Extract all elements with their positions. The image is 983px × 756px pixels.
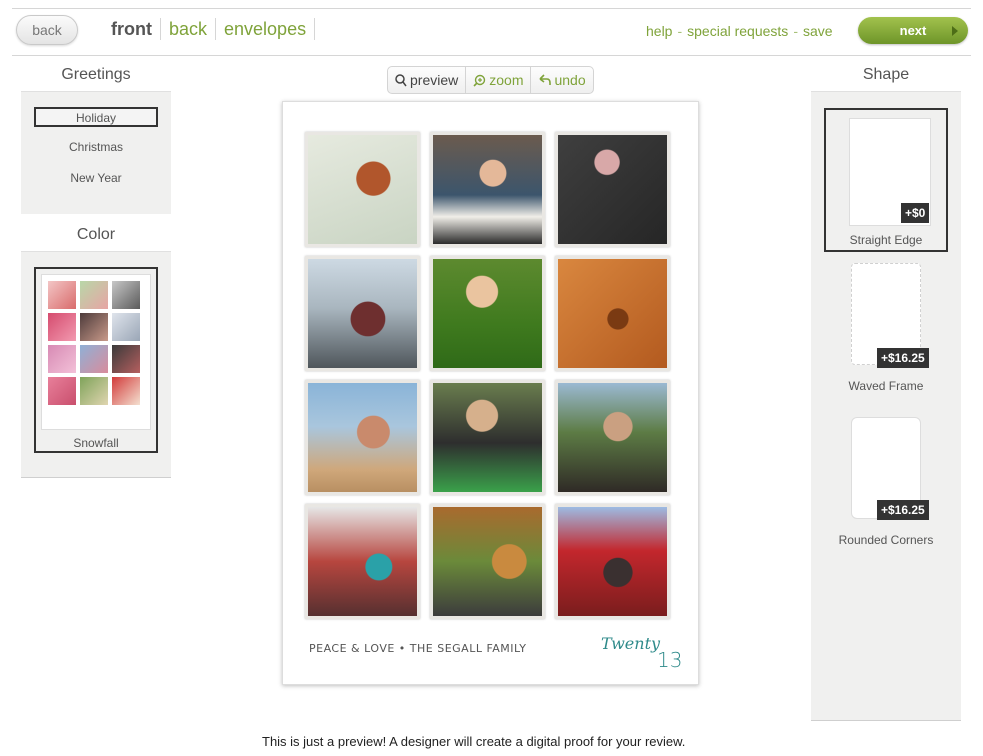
thumb-photo [48, 313, 76, 341]
card-photo[interactable] [305, 380, 420, 495]
color-option-label: Snowfall [73, 436, 119, 450]
card-photo[interactable] [305, 256, 420, 371]
card-photo[interactable] [555, 380, 670, 495]
play-arrow-icon [952, 26, 958, 36]
shape-label: Waved Frame [848, 379, 924, 393]
thumb-photo [80, 377, 108, 405]
save-link[interactable]: save [803, 23, 833, 39]
thumb-photo [112, 377, 140, 405]
thumb-photo [48, 345, 76, 373]
next-button-label: next [899, 23, 927, 38]
card-photo[interactable] [555, 132, 670, 247]
card-photo[interactable] [555, 256, 670, 371]
card-photo[interactable] [305, 504, 420, 619]
back-button[interactable]: back [16, 15, 78, 45]
color-title: Color [76, 226, 116, 243]
thumb-photo [80, 281, 108, 309]
preview-button[interactable]: preview [388, 67, 467, 93]
zoom-button[interactable]: zoom [466, 67, 532, 93]
card-photo[interactable] [430, 380, 545, 495]
shape-price-badge: +$16.25 [877, 348, 929, 368]
card-photo[interactable] [430, 256, 545, 371]
help-link[interactable]: help [646, 23, 672, 39]
greeting-option-christmas[interactable]: Christmas [34, 138, 158, 158]
card-year-script: Twenty [601, 634, 661, 653]
preview-notice: This is just a preview! A designer will … [262, 734, 686, 749]
link-separator: - [793, 23, 798, 39]
left-panel: Greetings Holiday Christmas New Year Col… [21, 58, 171, 478]
card-photo[interactable] [305, 132, 420, 247]
undo-button[interactable]: undo [531, 67, 592, 93]
shape-option-waved-frame[interactable]: +$16.25 Waved Frame [824, 263, 948, 407]
color-option-snowfall[interactable]: Snowfall [34, 267, 158, 453]
card-photo-grid [305, 132, 670, 619]
greeting-option-new-year[interactable]: New Year [34, 169, 158, 189]
magnifier-icon [395, 73, 407, 86]
undo-arrow-icon [539, 74, 552, 85]
card-year-mark: Twenty 13 [601, 634, 682, 672]
thumb-photo [112, 281, 140, 309]
right-panel: Shape +$0 Straight Edge +$16.25 Waved Fr… [811, 58, 961, 721]
color-thumbnail [41, 274, 151, 430]
special-requests-link[interactable]: special requests [687, 23, 788, 39]
shape-title: Shape [862, 66, 910, 83]
preview-label: preview [410, 72, 459, 88]
zoom-label: zoom [489, 72, 524, 88]
step-tabs: front back envelopes [103, 17, 316, 41]
thumb-photo [80, 313, 108, 341]
greeting-option-holiday[interactable]: Holiday [34, 107, 158, 127]
shape-price-badge: +$0 [901, 203, 930, 223]
shape-option-straight-edge[interactable]: +$0 Straight Edge [824, 108, 948, 252]
thumb-photo [112, 313, 140, 341]
zoom-in-icon [473, 74, 486, 87]
thumb-photo [80, 345, 108, 373]
top-links: help - special requests - save [646, 23, 833, 39]
color-list: Snowfall [21, 251, 171, 478]
card-photo[interactable] [555, 504, 670, 619]
top-rule [12, 8, 971, 9]
header-rule [12, 55, 971, 56]
shape-list: +$0 Straight Edge +$16.25 Waved Frame +$… [811, 91, 961, 721]
shape-label: Rounded Corners [838, 533, 934, 547]
shape-price-badge: +$16.25 [877, 500, 929, 520]
tab-envelopes[interactable]: envelopes [216, 18, 316, 40]
card-year-number: 13 [657, 648, 683, 672]
tab-back[interactable]: back [161, 18, 217, 40]
card-photo[interactable] [430, 504, 545, 619]
thumb-photo [48, 281, 76, 309]
card-photo[interactable] [430, 132, 545, 247]
card-preview: PEACE & LOVE • THE SEGALL FAMILY Twenty … [282, 101, 699, 685]
preview-toolbar: preview zoom undo [387, 66, 594, 94]
undo-label: undo [554, 72, 586, 88]
thumb-photo [112, 345, 140, 373]
tab-front[interactable]: front [103, 18, 161, 40]
shape-label: Straight Edge [849, 233, 923, 247]
link-separator: - [677, 23, 683, 39]
thumbnail-photo-grid [48, 281, 144, 405]
next-button[interactable]: next [858, 17, 968, 44]
greetings-title: Greetings [61, 66, 131, 83]
card-greeting-text: PEACE & LOVE • THE SEGALL FAMILY [309, 642, 527, 655]
thumb-photo [48, 377, 76, 405]
greetings-list: Holiday Christmas New Year [21, 91, 171, 214]
shape-option-rounded-corners[interactable]: +$16.25 Rounded Corners [824, 417, 948, 561]
